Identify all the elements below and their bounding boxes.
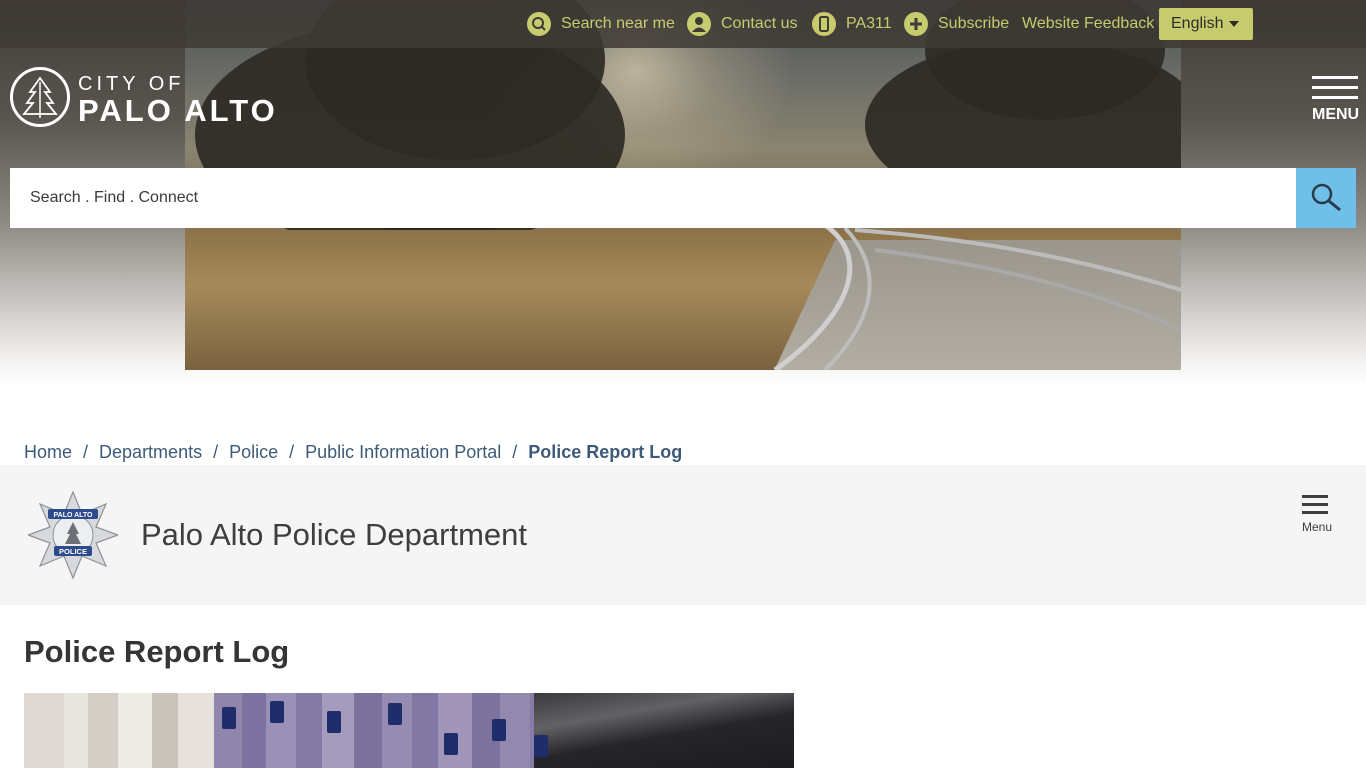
breadcrumb-public-information-portal[interactable]: Public Information Portal — [305, 442, 501, 463]
badge-top-text: PALO ALTO — [53, 512, 93, 519]
contact-us-link[interactable]: Contact us — [687, 0, 797, 48]
breadcrumb-separator: / — [512, 441, 518, 462]
breadcrumb-home[interactable]: Home — [24, 442, 72, 463]
contact-us-label: Contact us — [721, 15, 798, 32]
main-menu-label: MENU — [1312, 106, 1360, 123]
breadcrumb: Home / Departments / Police / Public Inf… — [24, 440, 682, 464]
search-icon — [1311, 183, 1341, 212]
website-feedback-link[interactable]: Website Feedback — [1022, 0, 1154, 48]
police-badge-icon: PALO ALTO POLICE — [26, 490, 120, 580]
phone-icon — [812, 12, 836, 36]
breadcrumb-separator: / — [83, 441, 89, 462]
department-title: Palo Alto Police Department — [141, 517, 527, 552]
breadcrumb-departments[interactable]: Departments — [99, 442, 202, 463]
breadcrumb-police[interactable]: Police — [229, 442, 278, 463]
breadcrumb-current: Police Report Log — [528, 441, 683, 462]
subscribe-link[interactable]: Subscribe — [904, 0, 1009, 48]
main-menu-button[interactable]: MENU — [1308, 74, 1362, 126]
site-search-input[interactable] — [10, 168, 1296, 228]
report-files-photo — [24, 693, 794, 768]
department-menu-button[interactable]: Menu — [1298, 493, 1338, 537]
breadcrumb-separator: / — [213, 441, 219, 462]
search-near-me-link[interactable]: Search near me — [527, 0, 675, 48]
pa311-label: PA311 — [846, 15, 892, 32]
badge-bottom-text: POLICE — [59, 547, 87, 556]
page-title: Police Report Log — [24, 634, 290, 669]
plus-circle-icon — [904, 12, 928, 36]
pa311-link[interactable]: PA311 — [812, 0, 892, 48]
language-select[interactable]: English — [1159, 8, 1253, 40]
person-icon — [687, 12, 711, 36]
city-logo[interactable]: CITY OF PALO ALTO — [10, 67, 300, 129]
language-selected: English — [1171, 15, 1224, 32]
tree-seal-icon — [10, 67, 70, 127]
utility-bar: Search near me Contact us PA311 Subscrib… — [0, 0, 1366, 48]
search-near-me-label: Search near me — [561, 15, 675, 32]
department-menu-label: Menu — [1302, 520, 1333, 534]
location-search-icon — [527, 12, 551, 36]
department-banner: PALO ALTO POLICE Palo Alto Police Depart… — [0, 465, 1366, 605]
chevron-down-icon — [1229, 21, 1239, 27]
logo-line-palo-alto: PALO ALTO — [78, 93, 278, 128]
subscribe-label: Subscribe — [938, 15, 1010, 32]
search-button[interactable] — [1296, 168, 1356, 228]
website-feedback-label: Website Feedback — [1022, 15, 1155, 32]
breadcrumb-separator: / — [289, 441, 295, 462]
